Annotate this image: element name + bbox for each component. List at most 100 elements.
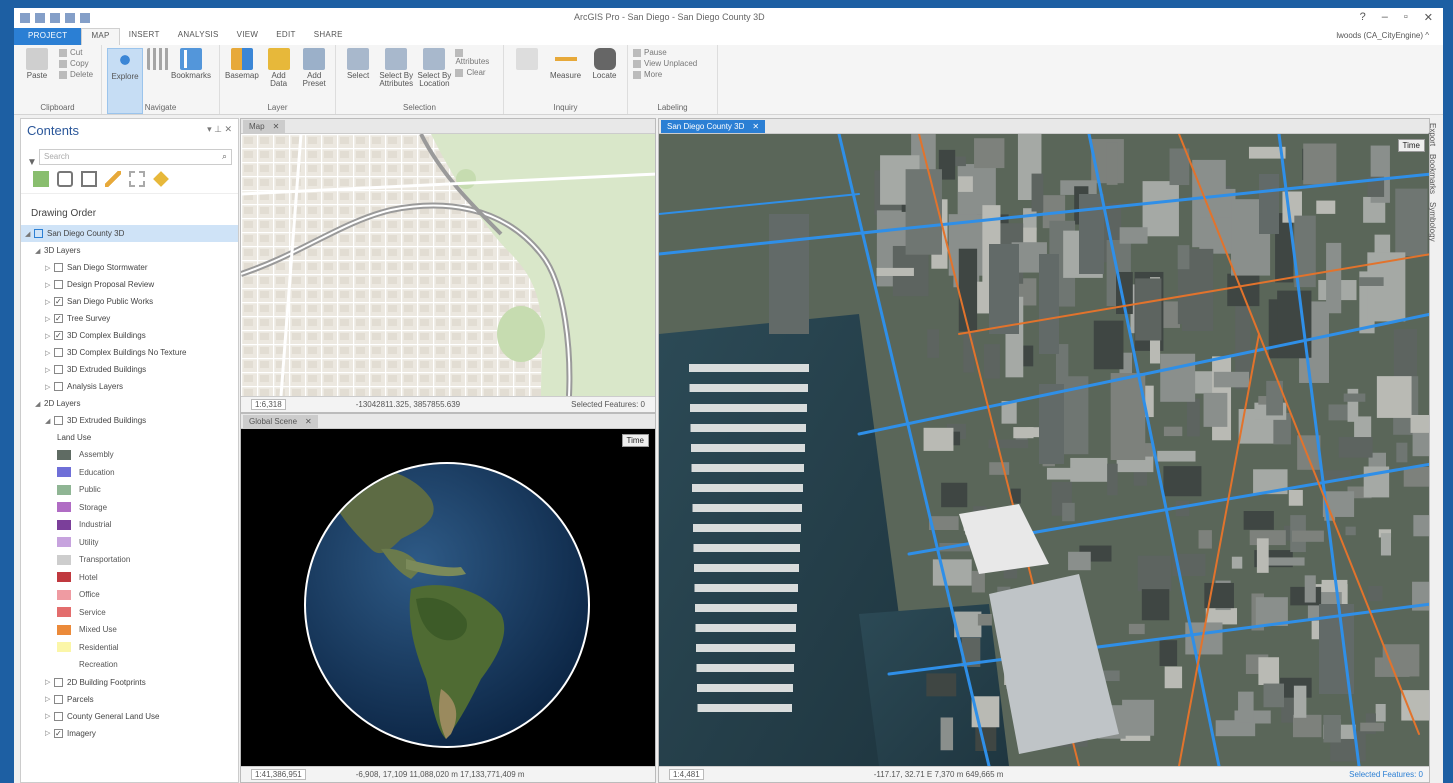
layer-checkbox[interactable]: ✓ (54, 314, 63, 323)
view-unplaced-button[interactable]: View Unplaced (633, 59, 697, 68)
tab-view[interactable]: VIEW (228, 28, 268, 45)
help-icon[interactable]: ? (1360, 11, 1366, 24)
edit-icon[interactable] (105, 171, 121, 187)
expand-icon[interactable]: ▷ (45, 678, 54, 686)
expand-icon[interactable]: ▷ (45, 332, 54, 340)
tab-map[interactable]: MAP (81, 28, 120, 45)
tree-layer-item[interactable]: ▷ ✓ 3D Complex Buildings (21, 327, 238, 344)
globe-scene[interactable] (241, 429, 656, 765)
expand-icon[interactable]: ▷ (45, 298, 54, 306)
side-tab-export[interactable]: Export (1428, 123, 1437, 146)
delete-button[interactable]: Delete (59, 70, 93, 79)
labeling-icon[interactable] (153, 171, 169, 187)
expand-icon[interactable]: ▷ (45, 695, 54, 703)
layer-checkbox[interactable] (54, 382, 63, 391)
expand-icon[interactable]: ◢ (25, 230, 34, 238)
layer-checkbox[interactable] (54, 280, 63, 289)
expand-icon[interactable]: ▷ (45, 712, 54, 720)
pause-button[interactable]: Pause (633, 48, 697, 57)
expand-icon[interactable]: ◢ (35, 400, 44, 408)
selected-features[interactable]: Selected Features: 0 (1349, 770, 1423, 779)
cut-button[interactable]: Cut (59, 48, 93, 57)
close-tab-icon[interactable]: ✕ (273, 122, 280, 131)
side-tab-bookmarks[interactable]: Bookmarks (1428, 154, 1437, 194)
scale-dropdown[interactable]: 1:6,318 (251, 399, 286, 410)
layer-checkbox[interactable] (54, 365, 63, 374)
tab-insert[interactable]: INSERT (120, 28, 169, 45)
street-map[interactable] (241, 133, 656, 397)
contents-search-input[interactable]: Search ⌕ (39, 149, 232, 165)
tree-layer-extruded[interactable]: ◢ 3D Extruded Buildings (21, 412, 238, 429)
layer-checkbox[interactable]: ✓ (54, 728, 63, 738)
data-source-icon[interactable] (57, 171, 73, 187)
minimize-button[interactable]: – (1382, 11, 1388, 24)
expand-icon[interactable]: ▷ (45, 366, 54, 374)
close-tab-icon[interactable]: ✕ (752, 122, 759, 131)
side-tab-symbology[interactable]: Symbology (1428, 202, 1437, 242)
close-button[interactable]: ✕ (1424, 11, 1433, 24)
filter-icon[interactable]: ▼ (27, 157, 37, 168)
legend-item: Residential (21, 639, 238, 657)
expand-icon[interactable]: ▷ (45, 264, 54, 272)
save-icon[interactable] (50, 13, 60, 23)
scene-time-button[interactable]: Time (1397, 139, 1425, 152)
city-3d-scene[interactable] (659, 132, 1430, 768)
maximize-button[interactable]: ▫ (1404, 11, 1408, 24)
tree-layer-item[interactable]: ▷ ✓ Imagery (21, 725, 238, 742)
layer-checkbox[interactable] (54, 677, 63, 687)
expand-icon[interactable]: ▷ (45, 729, 54, 737)
close-tab-icon[interactable]: ✕ (305, 417, 312, 426)
tree-layer-item[interactable]: ▷ Analysis Layers (21, 378, 238, 395)
new-project-icon[interactable] (20, 13, 30, 23)
expand-icon[interactable]: ◢ (45, 417, 54, 425)
layer-checkbox[interactable]: ✓ (54, 331, 63, 340)
layer-checkbox[interactable] (54, 348, 63, 357)
redo-icon[interactable] (80, 13, 90, 23)
layer-checkbox[interactable]: ✓ (54, 297, 63, 306)
layer-checkbox[interactable] (54, 694, 63, 704)
snapping-icon[interactable] (129, 171, 145, 187)
tree-layer-item[interactable]: ▷ Design Proposal Review (21, 276, 238, 293)
scale-dropdown[interactable]: 1:41,386,951 (251, 769, 306, 780)
clear-button[interactable]: Clear (455, 68, 498, 77)
selection-icon[interactable] (81, 171, 97, 187)
tab-project[interactable]: PROJECT (14, 28, 82, 45)
pane-controls[interactable]: ▾ ⊥ ✕ (207, 124, 232, 135)
expand-icon[interactable]: ▷ (45, 349, 54, 357)
scale-dropdown[interactable]: 1:4,481 (669, 769, 704, 780)
tab-analysis[interactable]: ANALYSIS (169, 28, 228, 45)
tab-global-scene[interactable]: Global Scene ✕ (243, 414, 318, 428)
tree-layer-item[interactable]: ▷ 2D Building Footprints (21, 674, 238, 691)
expand-icon[interactable]: ▷ (45, 383, 54, 391)
expand-icon[interactable]: ◢ (35, 247, 44, 255)
tree-group-3d[interactable]: ◢ 3D Layers (21, 242, 238, 259)
attributes-button[interactable]: Attributes (455, 48, 498, 66)
tree-layer-item[interactable]: ▷ Parcels (21, 691, 238, 708)
tree-map-item[interactable]: ◢ San Diego County 3D (21, 225, 238, 242)
tab-share[interactable]: SHARE (305, 28, 352, 45)
copy-button[interactable]: Copy (59, 59, 93, 68)
layer-checkbox[interactable] (54, 416, 63, 425)
tree-layer-item[interactable]: ▷ ✓ Tree Survey (21, 310, 238, 327)
signin-user[interactable]: lwoods (CA_CityEngine) ^ (1336, 31, 1429, 40)
tree-layer-item[interactable]: ▷ 3D Extruded Buildings (21, 361, 238, 378)
selected-features[interactable]: Selected Features: 0 (571, 400, 645, 409)
tree-layer-item[interactable]: ▷ 3D Complex Buildings No Texture (21, 344, 238, 361)
tab-map-view[interactable]: Map ✕ (243, 119, 286, 133)
drawing-order-icon[interactable] (33, 171, 49, 187)
tab-scene[interactable]: San Diego County 3D ✕ (661, 119, 766, 133)
expand-icon[interactable]: ▷ (45, 281, 54, 289)
bookmark-icon (180, 48, 202, 70)
layer-checkbox[interactable] (54, 711, 63, 721)
tree-layer-item[interactable]: ▷ County General Land Use (21, 708, 238, 725)
more-button[interactable]: More (633, 70, 697, 79)
tab-edit[interactable]: EDIT (267, 28, 304, 45)
undo-icon[interactable] (65, 13, 75, 23)
globe-time-button[interactable]: Time (621, 434, 649, 447)
tree-group-2d[interactable]: ◢ 2D Layers (21, 395, 238, 412)
expand-icon[interactable]: ▷ (45, 315, 54, 323)
open-icon[interactable] (35, 13, 45, 23)
tree-layer-item[interactable]: ▷ ✓ San Diego Public Works (21, 293, 238, 310)
layer-checkbox[interactable] (54, 263, 63, 272)
tree-layer-item[interactable]: ▷ San Diego Stormwater (21, 259, 238, 276)
